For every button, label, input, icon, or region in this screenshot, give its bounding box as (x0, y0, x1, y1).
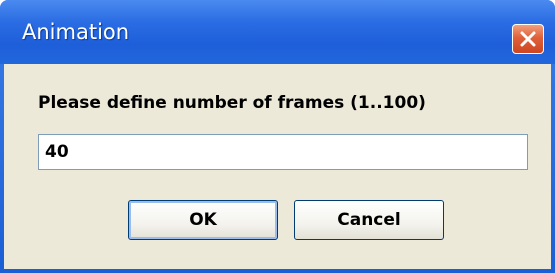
close-icon (520, 31, 536, 47)
dialog-window: Animation Please define number of frames… (0, 0, 555, 273)
frames-prompt-label: Please define number of frames (1..100) (38, 93, 426, 113)
window-title: Animation (22, 20, 130, 44)
title-bar[interactable]: Animation (0, 0, 555, 64)
frames-input[interactable] (38, 134, 528, 170)
cancel-button[interactable]: Cancel (294, 200, 444, 240)
ok-button[interactable]: OK (128, 200, 278, 240)
dialog-body: Please define number of frames (1..100) … (4, 64, 551, 269)
close-button[interactable] (512, 24, 544, 54)
